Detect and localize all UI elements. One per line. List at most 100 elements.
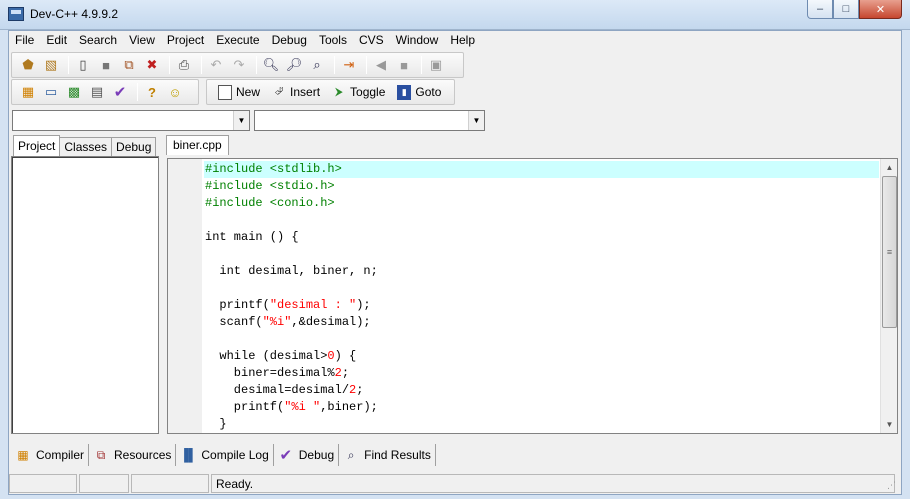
- goto-line-icon[interactable]: ⇥: [339, 55, 359, 75]
- insert-button[interactable]: ⮰ Insert: [267, 82, 325, 102]
- code-line[interactable]: [204, 246, 879, 263]
- toolbar-separator: [68, 56, 69, 74]
- toggle-button[interactable]: ⮞ Toggle: [327, 82, 390, 102]
- run-icon[interactable]: ▭: [41, 82, 61, 102]
- code-line[interactable]: }: [204, 416, 879, 433]
- tab-debug-label: Debug: [298, 448, 335, 462]
- rebuild-all-icon[interactable]: ▤: [87, 82, 107, 102]
- scrollbar-thumb[interactable]: ≡: [882, 176, 897, 328]
- code-line[interactable]: #include <stdlib.h>: [204, 161, 879, 178]
- maximize-button[interactable]: □: [833, 0, 859, 19]
- code-line[interactable]: #include <stdio.h>: [204, 178, 879, 195]
- code-line[interactable]: printf("desimal : ");: [204, 297, 879, 314]
- new-button[interactable]: New: [213, 82, 265, 102]
- status-message: Ready.: [211, 474, 895, 493]
- find-next-icon[interactable]: ⌕: [307, 55, 327, 75]
- code-line[interactable]: int main () {: [204, 229, 879, 246]
- toolbar-separator: [334, 56, 335, 74]
- project-tree[interactable]: [11, 156, 159, 434]
- resize-grip-icon[interactable]: ⋰: [887, 480, 899, 492]
- vertical-scrollbar[interactable]: ▲ ≡ ▼: [880, 159, 897, 433]
- minimize-button[interactable]: –: [807, 0, 833, 19]
- toolbar-separator: [137, 83, 138, 101]
- close-project-icon[interactable]: ▧: [41, 55, 61, 75]
- save-icon[interactable]: ■: [96, 55, 116, 75]
- back-icon[interactable]: ◀: [371, 55, 391, 75]
- tab-find-results[interactable]: ⌕ Find Results: [339, 444, 436, 466]
- menu-execute[interactable]: Execute: [210, 31, 265, 50]
- menu-edit[interactable]: Edit: [40, 31, 73, 50]
- scroll-down-icon[interactable]: ▼: [881, 416, 897, 433]
- new-file-icon[interactable]: ▯: [73, 55, 93, 75]
- menu-window[interactable]: Window: [390, 31, 445, 50]
- window-controls: – □ ✕: [807, 0, 902, 20]
- status-modified: [79, 474, 129, 493]
- tab-classes[interactable]: Classes: [59, 137, 113, 156]
- tab-debug[interactable]: Debug: [111, 137, 157, 156]
- stop-icon[interactable]: ▣: [426, 55, 446, 75]
- print-icon[interactable]: ⎙: [174, 55, 194, 75]
- close-button[interactable]: ✕: [859, 0, 902, 19]
- code-line[interactable]: desimal=desimal/2;: [204, 382, 879, 399]
- bottom-panel-tabs: ▦ Compiler ⧉ Resources ▐▌ Compile Log ✔ …: [11, 443, 436, 467]
- code-area[interactable]: #include <stdlib.h> #include <stdio.h> #in…: [204, 161, 879, 433]
- menu-search[interactable]: Search: [73, 31, 123, 50]
- compile-log-icon: ▐▌: [179, 448, 197, 462]
- code-line[interactable]: while (desimal>0) {: [204, 348, 879, 365]
- menu-cvs[interactable]: CVS: [353, 31, 390, 50]
- menu-view[interactable]: View: [123, 31, 161, 50]
- code-line[interactable]: [204, 280, 879, 297]
- toggle-bookmark-icon: ⮞: [335, 85, 343, 98]
- tab-debug-output[interactable]: ✔ Debug: [274, 444, 340, 466]
- code-line[interactable]: scanf("%i",&desimal);: [204, 314, 879, 331]
- code-line[interactable]: printf("%i ",biner);: [204, 399, 879, 416]
- debug-check-icon[interactable]: ✔: [110, 82, 130, 102]
- code-line[interactable]: biner=desimal%2;: [204, 365, 879, 382]
- devcpp-app-icon: [8, 7, 24, 21]
- goto-button[interactable]: ▮ Goto: [392, 82, 446, 102]
- code-editor[interactable]: #include <stdlib.h> #include <stdio.h> #in…: [167, 158, 898, 434]
- chevron-down-icon[interactable]: ▼: [468, 111, 484, 130]
- code-line[interactable]: #include <conio.h>: [204, 195, 879, 212]
- redo-icon[interactable]: ↷: [229, 55, 249, 75]
- tab-compiler[interactable]: ▦ Compiler: [11, 444, 90, 466]
- main-window: File Edit Search View Project Execute De…: [8, 30, 902, 495]
- status-insert-mode: [131, 474, 209, 493]
- insert-icon: ⮰: [274, 85, 284, 98]
- replace-icon[interactable]: 🔎︎: [284, 55, 304, 75]
- goto-button-label: Goto: [415, 85, 442, 99]
- main-toolbar: ⬟ ▧ ▯ ■ ⧉ ✖ ⎙ ↶ ↷ 🔍︎ 🔎︎ ⌕ ⇥ ◀ ■ ▣: [11, 52, 464, 78]
- about-icon[interactable]: ☺: [165, 82, 185, 102]
- code-line[interactable]: int desimal, biner, n;: [204, 263, 879, 280]
- tab-resources[interactable]: ⧉ Resources: [89, 444, 177, 466]
- status-bar: Ready. ⋰: [9, 474, 901, 494]
- scroll-up-icon[interactable]: ▲: [881, 159, 897, 176]
- undo-icon[interactable]: ↶: [206, 55, 226, 75]
- find-icon[interactable]: 🔍︎: [261, 55, 281, 75]
- member-combo[interactable]: ▼: [254, 110, 485, 131]
- menu-tools[interactable]: Tools: [313, 31, 353, 50]
- code-line[interactable]: [204, 331, 879, 348]
- save-all-icon[interactable]: ⧉: [119, 55, 139, 75]
- help-icon[interactable]: ?: [142, 82, 162, 102]
- menu-file[interactable]: File: [9, 31, 40, 50]
- toolbar-separator: [169, 56, 170, 74]
- compile-run-icon[interactable]: ▩: [64, 82, 84, 102]
- compiler-icon: ▦: [17, 448, 29, 462]
- tab-compile-log[interactable]: ▐▌ Compile Log: [176, 444, 274, 466]
- menu-project[interactable]: Project: [161, 31, 210, 50]
- tab-resources-label: Resources: [114, 448, 172, 462]
- menu-debug[interactable]: Debug: [266, 31, 313, 50]
- open-project-icon[interactable]: ⬟: [18, 55, 38, 75]
- editor-tab[interactable]: biner.cpp: [166, 135, 229, 155]
- tab-project[interactable]: Project: [13, 135, 61, 156]
- class-combo[interactable]: ▼: [12, 110, 250, 131]
- chevron-down-icon[interactable]: ▼: [233, 111, 249, 130]
- code-line[interactable]: [204, 212, 879, 229]
- compile-icon[interactable]: ▦: [18, 82, 38, 102]
- close-file-icon[interactable]: ✖: [142, 55, 162, 75]
- compile-toolbar: ▦ ▭ ▩ ▤ ✔ ? ☺: [11, 79, 199, 105]
- menu-help[interactable]: Help: [444, 31, 481, 50]
- toolbar-separator: [421, 56, 422, 74]
- forward-icon[interactable]: ■: [394, 55, 414, 75]
